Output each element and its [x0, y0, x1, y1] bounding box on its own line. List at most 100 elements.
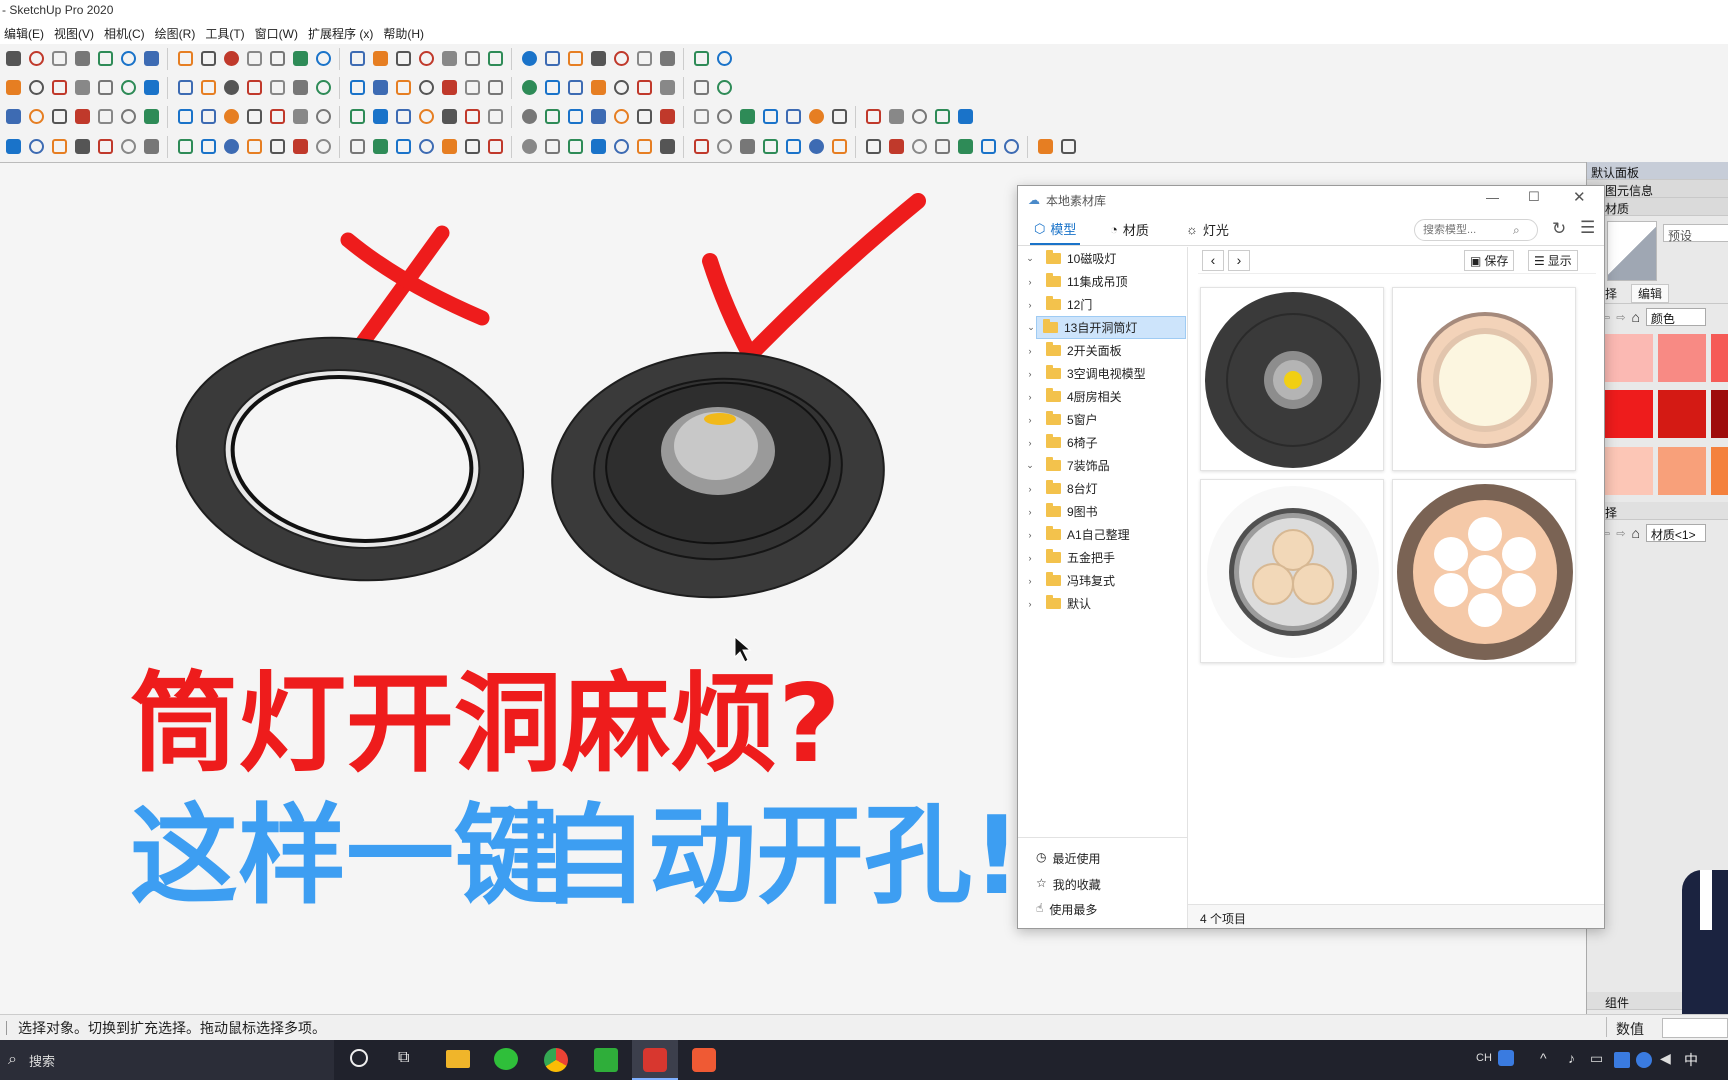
- toolbar-tool-icon[interactable]: [564, 48, 586, 70]
- toolbar-tool-icon[interactable]: [289, 48, 311, 70]
- toolbar-tool-icon[interactable]: [392, 48, 414, 70]
- toolbar-tool-icon[interactable]: [312, 136, 334, 158]
- close-icon[interactable]: ✕: [1573, 188, 1586, 206]
- maximize-icon[interactable]: ☐: [1528, 189, 1540, 205]
- toolbar-tool-icon[interactable]: [140, 77, 162, 99]
- toolbar-tool-icon[interactable]: [346, 136, 368, 158]
- chevron-right-icon[interactable]: ›: [1024, 599, 1036, 609]
- toolbar-tool-icon[interactable]: [862, 106, 884, 128]
- toolbar-tool-icon[interactable]: [828, 136, 850, 158]
- toolbar-tool-icon[interactable]: [415, 106, 437, 128]
- toolbar-tool-icon[interactable]: [415, 48, 437, 70]
- material-name-field[interactable]: 材质<1>: [1645, 524, 1706, 542]
- menu-help[interactable]: 帮助(H): [381, 25, 432, 42]
- file-explorer-icon[interactable]: [446, 1050, 470, 1068]
- toolbar-tool-icon[interactable]: [782, 136, 804, 158]
- tab-lights[interactable]: ☼ 灯光: [1186, 214, 1229, 245]
- folder-item[interactable]: › 3空调电视模型: [1018, 362, 1186, 385]
- toolbar-tool-icon[interactable]: [862, 136, 884, 158]
- toolbar-tool-icon[interactable]: [392, 106, 414, 128]
- model-thumbnail-2[interactable]: [1392, 287, 1576, 471]
- chevron-right-icon[interactable]: ›: [1024, 300, 1036, 310]
- menu-camera[interactable]: 相机(C): [102, 25, 153, 42]
- toolbar-tool-icon[interactable]: [94, 77, 116, 99]
- search-box[interactable]: ⌕: [1414, 219, 1538, 241]
- tray-app-icon[interactable]: [1614, 1052, 1630, 1068]
- chevron-right-icon[interactable]: ›: [1024, 484, 1036, 494]
- toolbar-tool-icon[interactable]: [140, 106, 162, 128]
- toolbar-tool-icon[interactable]: [461, 136, 483, 158]
- toolbar-tool-icon[interactable]: [484, 48, 506, 70]
- toolbar-tool-icon[interactable]: [289, 77, 311, 99]
- toolbar-tool-icon[interactable]: [2, 77, 24, 99]
- toolbar-tool-icon[interactable]: [94, 136, 116, 158]
- network-icon[interactable]: ▭: [1590, 1050, 1603, 1067]
- toolbar-tool-icon[interactable]: [174, 136, 196, 158]
- toolbar-tool-icon[interactable]: [610, 77, 632, 99]
- toolbar-tool-icon[interactable]: [197, 106, 219, 128]
- toolbar-tool-icon[interactable]: [369, 48, 391, 70]
- toolbar-tool-icon[interactable]: [690, 48, 712, 70]
- toolbar-tool-icon[interactable]: [438, 77, 460, 99]
- color-swatch[interactable]: [1605, 390, 1653, 439]
- toolbar-tool-icon[interactable]: [931, 136, 953, 158]
- menu-extensions[interactable]: 扩展程序 (x): [306, 25, 381, 42]
- menu-draw[interactable]: 绘图(R): [153, 25, 204, 42]
- toolbar-tool-icon[interactable]: [312, 48, 334, 70]
- folder-item[interactable]: › 默认: [1018, 592, 1186, 615]
- folder-item[interactable]: › 4厨房相关: [1018, 385, 1186, 408]
- toolbar-tool-icon[interactable]: [25, 48, 47, 70]
- toolbar-tool-icon[interactable]: [94, 48, 116, 70]
- nav-forward-button[interactable]: ›: [1228, 250, 1250, 271]
- toolbar-tool-icon[interactable]: [541, 77, 563, 99]
- tray-app-icon-2[interactable]: [1636, 1052, 1652, 1068]
- chevron-right-icon[interactable]: ›: [1024, 507, 1036, 517]
- recent-link[interactable]: ◷ 最近使用: [1036, 850, 1101, 867]
- toolbar-tool-icon[interactable]: [885, 106, 907, 128]
- color-swatch[interactable]: [1605, 446, 1653, 495]
- toolbar-tool-icon[interactable]: [94, 106, 116, 128]
- toolbar-tool-icon[interactable]: [71, 136, 93, 158]
- cortana-icon[interactable]: [350, 1049, 368, 1067]
- search-input[interactable]: [1423, 224, 1513, 236]
- tab-edit[interactable]: 编辑: [1631, 284, 1670, 303]
- toolbar-tool-icon[interactable]: [369, 106, 391, 128]
- menu-tools[interactable]: 工具(T): [203, 25, 252, 42]
- toolbar-tool-icon[interactable]: [954, 136, 976, 158]
- toolbar-tool-icon[interactable]: [736, 136, 758, 158]
- preset-field[interactable]: 预设: [1663, 224, 1728, 243]
- menu-window[interactable]: 窗口(W): [253, 25, 306, 42]
- toolbar-tool-icon[interactable]: [48, 77, 70, 99]
- toolbar-tool-icon[interactable]: [2, 48, 24, 70]
- toolbar-tool-icon[interactable]: [140, 48, 162, 70]
- folder-item[interactable]: ⌄ 7装饰品: [1018, 454, 1186, 477]
- toolbar-tool-icon[interactable]: [518, 77, 540, 99]
- forward-arrow-icon-2[interactable]: ⇨: [1616, 527, 1625, 540]
- chevron-down-icon[interactable]: ⌄: [1024, 460, 1036, 471]
- folder-item[interactable]: › 11集成吊顶: [1018, 270, 1186, 293]
- chevron-right-icon[interactable]: ›: [1024, 415, 1036, 425]
- microphone-icon[interactable]: ♪: [1568, 1050, 1575, 1066]
- toolbar-tool-icon[interactable]: [690, 136, 712, 158]
- chevron-right-icon[interactable]: ›: [1024, 553, 1036, 563]
- toolbar-tool-icon[interactable]: [977, 136, 999, 158]
- toolbar-tool-icon[interactable]: [48, 136, 70, 158]
- chrome-icon[interactable]: [544, 1048, 568, 1072]
- toolbar-tool-icon[interactable]: [174, 48, 196, 70]
- toolbar-tool-icon[interactable]: [266, 136, 288, 158]
- chevron-right-icon[interactable]: ›: [1024, 438, 1036, 448]
- toolbar-tool-icon[interactable]: [656, 48, 678, 70]
- toolbar-tool-icon[interactable]: [48, 48, 70, 70]
- toolbar-tool-icon[interactable]: [71, 106, 93, 128]
- toolbar-tool-icon[interactable]: [484, 77, 506, 99]
- toolbar-tool-icon[interactable]: [369, 136, 391, 158]
- toolbar-tool-icon[interactable]: [2, 136, 24, 158]
- toolbar-tool-icon[interactable]: [1057, 136, 1079, 158]
- toolbar-tool-icon[interactable]: [243, 136, 265, 158]
- toolbar-tool-icon[interactable]: [220, 136, 242, 158]
- toolbar-tool-icon[interactable]: [564, 106, 586, 128]
- toolbar-tool-icon[interactable]: [346, 106, 368, 128]
- toolbar-tool-icon[interactable]: [461, 77, 483, 99]
- toolbar-tool-icon[interactable]: [541, 106, 563, 128]
- color-swatch[interactable]: [1711, 390, 1728, 439]
